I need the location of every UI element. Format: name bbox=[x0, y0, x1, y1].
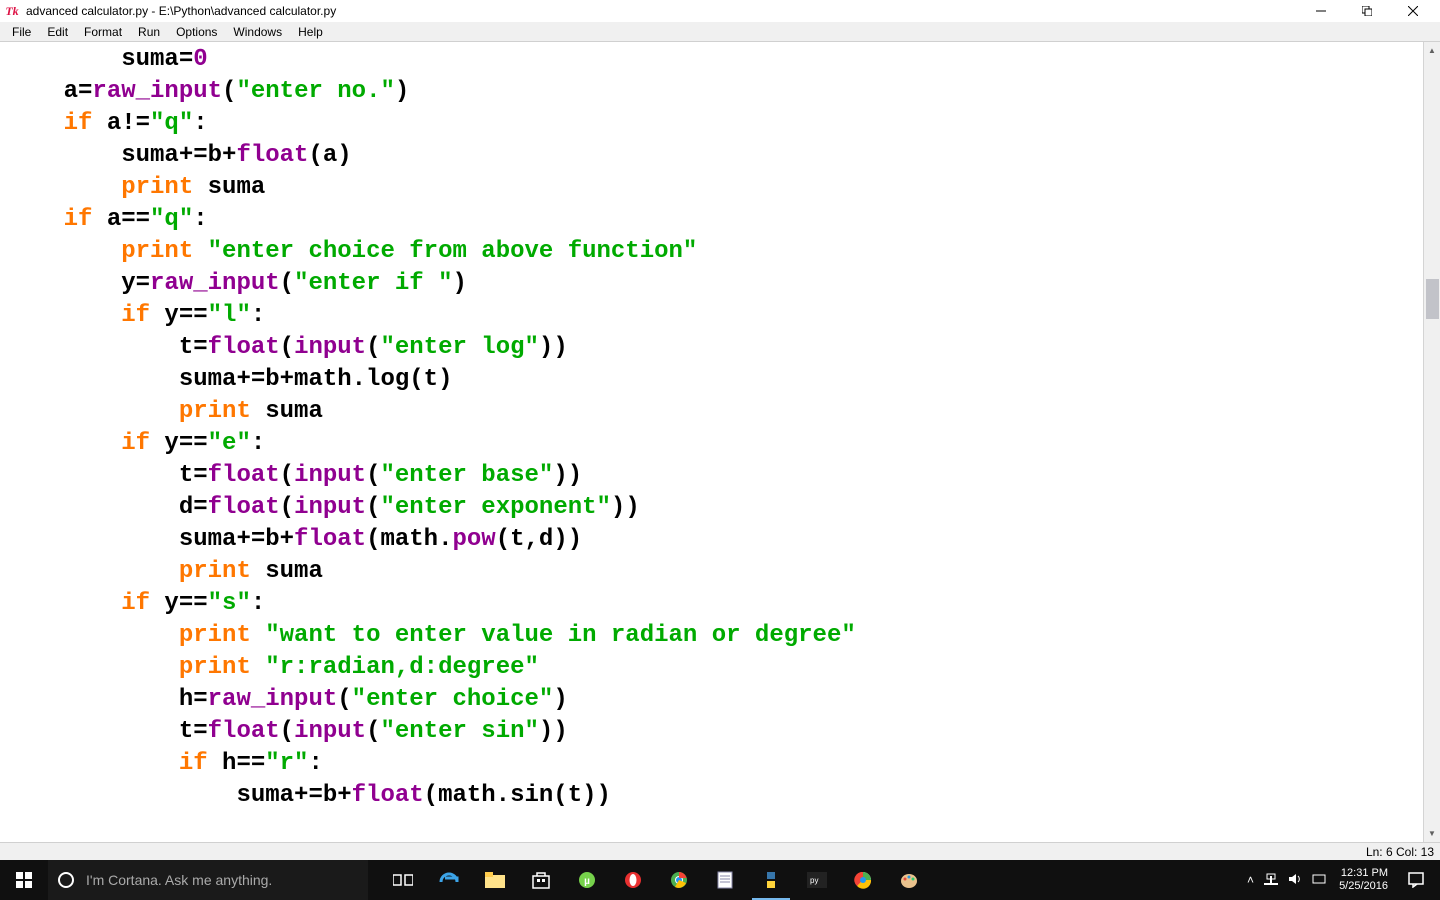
editor-area: suma=0 a=raw_input("enter no.") if a!="q… bbox=[0, 42, 1440, 842]
cortana-icon bbox=[58, 872, 74, 888]
menu-format[interactable]: Format bbox=[76, 23, 130, 41]
cortana-search[interactable]: I'm Cortana. Ask me anything. bbox=[48, 860, 368, 900]
search-placeholder: I'm Cortana. Ask me anything. bbox=[86, 872, 272, 888]
svg-text:py: py bbox=[810, 876, 818, 885]
paint-app-icon[interactable] bbox=[886, 860, 932, 900]
network-icon[interactable] bbox=[1259, 872, 1283, 889]
scrollbar-track[interactable] bbox=[1424, 59, 1440, 825]
start-button[interactable] bbox=[0, 860, 48, 900]
vertical-scrollbar[interactable]: ▲ ▼ bbox=[1423, 42, 1440, 842]
edge-app-icon[interactable] bbox=[426, 860, 472, 900]
menu-edit[interactable]: Edit bbox=[39, 23, 76, 41]
notifications-button[interactable] bbox=[1396, 860, 1436, 900]
utorrent-app-icon[interactable]: µ bbox=[564, 860, 610, 900]
cursor-position: Ln: 6 Col: 13 bbox=[1366, 845, 1434, 859]
scrollbar-thumb[interactable] bbox=[1426, 279, 1439, 319]
menu-help[interactable]: Help bbox=[290, 23, 331, 41]
maximize-button[interactable] bbox=[1344, 0, 1390, 22]
menu-windows[interactable]: Windows bbox=[225, 23, 290, 41]
app-icon: Tk bbox=[4, 3, 20, 19]
system-tray: ˄ 12:31 PM 5/25/2016 bbox=[1238, 860, 1440, 900]
clock-time: 12:31 PM bbox=[1339, 867, 1388, 880]
taskbar-clock[interactable]: 12:31 PM 5/25/2016 bbox=[1331, 867, 1396, 893]
scroll-up-arrow-icon[interactable]: ▲ bbox=[1424, 42, 1440, 59]
chrome-app-icon[interactable] bbox=[656, 860, 702, 900]
scroll-down-arrow-icon[interactable]: ▼ bbox=[1424, 825, 1440, 842]
notepad-app-icon[interactable] bbox=[702, 860, 748, 900]
window-title: advanced calculator.py - E:\Python\advan… bbox=[26, 4, 336, 18]
cmd-app-icon[interactable]: py bbox=[794, 860, 840, 900]
opera-app-icon[interactable] bbox=[610, 860, 656, 900]
menu-options[interactable]: Options bbox=[168, 23, 225, 41]
volume-icon[interactable] bbox=[1283, 872, 1307, 889]
menu-run[interactable]: Run bbox=[130, 23, 168, 41]
menubar: File Edit Format Run Options Windows Hel… bbox=[0, 22, 1440, 42]
menu-file[interactable]: File bbox=[4, 23, 39, 41]
code-editor[interactable]: suma=0 a=raw_input("enter no.") if a!="q… bbox=[0, 42, 1423, 842]
taskbar-apps: µ py bbox=[380, 860, 932, 900]
titlebar: Tk advanced calculator.py - E:\Python\ad… bbox=[0, 0, 1440, 22]
close-button[interactable] bbox=[1390, 0, 1436, 22]
taskbar: I'm Cortana. Ask me anything. µ bbox=[0, 860, 1440, 900]
statusbar: Ln: 6 Col: 13 bbox=[0, 842, 1440, 860]
svg-text:µ: µ bbox=[584, 876, 590, 887]
tray-chevron-icon[interactable]: ˄ bbox=[1242, 873, 1259, 887]
python-idle-app-icon[interactable] bbox=[748, 860, 794, 900]
input-icon[interactable] bbox=[1307, 872, 1331, 889]
file-explorer-app-icon[interactable] bbox=[472, 860, 518, 900]
minimize-button[interactable] bbox=[1298, 0, 1344, 22]
store-app-icon[interactable] bbox=[518, 860, 564, 900]
clock-date: 5/25/2016 bbox=[1339, 880, 1388, 893]
chrome2-app-icon[interactable] bbox=[840, 860, 886, 900]
task-view-button[interactable] bbox=[380, 860, 426, 900]
